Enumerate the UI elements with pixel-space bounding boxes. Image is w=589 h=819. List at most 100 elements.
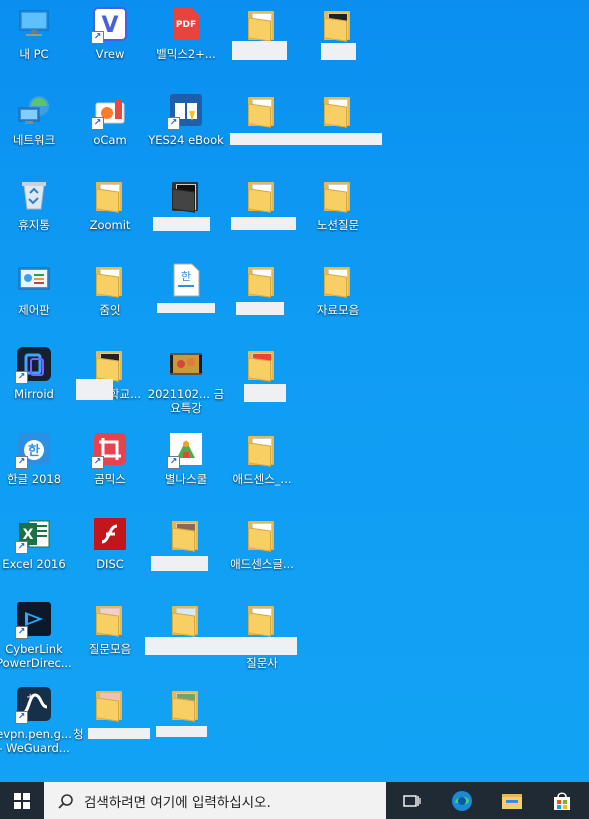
- desktop-icon-adsense-posts[interactable]: 애드센스글...: [224, 512, 300, 592]
- icon-label: Vrew: [95, 47, 125, 61]
- shortcut-arrow-icon: ↗: [91, 456, 104, 469]
- desktop-icon-zoomit[interactable]: Zoomit: [72, 173, 148, 253]
- desktop-icon-video[interactable]: 2021102... 금요특강: [148, 342, 224, 422]
- redacted-label: [156, 726, 207, 737]
- control-panel-icon: [16, 262, 52, 298]
- icon-label: 애드센스글...: [230, 557, 294, 571]
- desktop-icon-weguard[interactable]: + ↗ evpn.pen.g... - WeGuard...: [0, 682, 72, 762]
- icon-label: 내 PC: [19, 47, 49, 61]
- edge-icon[interactable]: [442, 782, 482, 819]
- svg-text:V: V: [101, 13, 118, 38]
- desktop-icon-zoomit-folder[interactable]: 줌잇: [72, 258, 148, 338]
- desktop: 내 PC 네트워크 휴지통 제어판 ↗ Mirroid 한 ↗ 한글 2018: [0, 0, 589, 782]
- desktop-icon-folder-dark[interactable]: [148, 173, 224, 253]
- pdf-icon: PDF: [168, 6, 204, 42]
- desktop-icon-folder-c5r2[interactable]: [300, 88, 376, 168]
- folder-icon: [244, 516, 280, 552]
- folder-icon: [168, 177, 204, 213]
- icon-label: 한글 2018: [6, 472, 62, 486]
- folder-icon: [244, 601, 280, 637]
- redacted-label: [321, 43, 356, 60]
- shortcut-arrow-icon: ↗: [91, 117, 104, 130]
- this-pc-icon: [16, 6, 52, 42]
- icon-label: 질문모음: [88, 642, 132, 656]
- hangul-icon: 한 ↗: [15, 431, 52, 469]
- desktop-icon-question-collection[interactable]: 질문모음: [72, 597, 148, 677]
- desktop-icon-excel-2016[interactable]: X ↗ Excel 2016: [0, 512, 72, 592]
- folder-icon: [320, 177, 356, 213]
- desktop-icon-hangul-doc[interactable]: 한: [148, 258, 224, 338]
- desktop-icon-byeolna-school[interactable]: ↗ 별나스쿨: [148, 427, 224, 507]
- svg-text:한: 한: [181, 270, 191, 283]
- desktop-icon-gommix[interactable]: ↗ 곰믹스: [72, 427, 148, 507]
- folder-icon: [320, 262, 356, 298]
- search-icon: [58, 793, 73, 809]
- cyberlink-powerdirector-icon: ↗: [15, 601, 52, 639]
- svg-text:PDF: PDF: [176, 20, 196, 30]
- icon-label: 질문사: [246, 656, 278, 670]
- redacted-label: [236, 302, 284, 315]
- icon-label: 자료모음: [316, 303, 360, 317]
- store-icon[interactable]: [542, 782, 582, 819]
- desktop-icon-disc[interactable]: DISC: [72, 512, 148, 592]
- desktop-icon-adsense[interactable]: 애드센스_...: [224, 427, 300, 507]
- icon-label: CyberLink PowerDirec...: [0, 642, 72, 670]
- desktop-icon-vrew[interactable]: V ↗ Vrew: [72, 2, 148, 82]
- shortcut-arrow-icon: ↗: [91, 31, 104, 44]
- redacted-label: [157, 303, 215, 313]
- shortcut-arrow-icon: ↗: [15, 626, 28, 639]
- excel-icon: X ↗: [15, 516, 52, 554]
- file-explorer-icon[interactable]: [492, 782, 532, 819]
- desktop-icon-ocam[interactable]: ↗ oCam: [72, 88, 148, 168]
- desktop-icon-this-pc[interactable]: 내 PC: [0, 2, 72, 82]
- byeolna-school-icon: ↗: [167, 431, 204, 469]
- desktop-icon-pdf-folder[interactable]: 청: [72, 682, 150, 762]
- desktop-icon-folder-c4r1[interactable]: [224, 2, 300, 82]
- mirroid-icon: ↗: [15, 346, 52, 384]
- desktop-icon-folder-c4r2[interactable]: [224, 88, 382, 168]
- desktop-icon-school[interactable]: 학교...: [72, 342, 148, 422]
- folder-icon: [244, 262, 280, 298]
- icon-label: DISC: [96, 557, 124, 571]
- folder-icon: [92, 177, 128, 213]
- task-view-icon[interactable]: [392, 782, 432, 819]
- desktop-icon-mirroid[interactable]: ↗ Mirroid: [0, 342, 72, 422]
- search-placeholder: 검색하려면 여기에 입력하십시오.: [84, 794, 271, 811]
- icon-label: 애드센스_...: [232, 472, 292, 486]
- redacted-label: [231, 217, 296, 230]
- redacted-label: [145, 637, 297, 655]
- desktop-icon-folder-c4r3[interactable]: [224, 173, 300, 253]
- desktop-icon-control-panel[interactable]: 제어판: [0, 258, 72, 338]
- folder-icon: [168, 601, 204, 637]
- desktop-icon-notion-questions[interactable]: 노션질문: [300, 173, 376, 253]
- desktop-icon-folder-c4r5[interactable]: [224, 342, 300, 422]
- icon-label: Mirroid: [14, 387, 54, 401]
- folder-icon: [320, 6, 356, 42]
- icon-label: 휴지통: [18, 218, 50, 232]
- desktop-icon-pdf[interactable]: PDF 밸믹스2+...: [148, 2, 224, 82]
- folder-icon: [244, 6, 280, 42]
- desktop-icon-hangul-2018[interactable]: 한 ↗ 한글 2018: [0, 427, 72, 507]
- taskbar: 검색하려면 여기에 입력하십시오.: [0, 782, 589, 819]
- redacted-label: [232, 41, 287, 60]
- desktop-icon-folder-green[interactable]: [148, 682, 224, 762]
- desktop-icon-yes24[interactable]: ↗ YES24 eBook: [148, 88, 224, 168]
- desktop-icon-folder-photo[interactable]: [148, 512, 224, 592]
- folder-icon: [92, 686, 128, 722]
- redacted-label: [244, 384, 286, 402]
- desktop-icon-cyberlink[interactable]: ↗ CyberLink PowerDirec...: [0, 597, 72, 677]
- folder-icon: [244, 177, 280, 213]
- recycle-bin-icon: [16, 177, 52, 213]
- icon-label: 제어판: [18, 303, 50, 317]
- shortcut-arrow-icon: ↗: [167, 456, 180, 469]
- desktop-icon-resources[interactable]: 자료모음: [300, 258, 376, 338]
- windows-start-icon[interactable]: [0, 782, 44, 819]
- desktop-icon-folder-c4r4[interactable]: [224, 258, 300, 338]
- search-box[interactable]: 검색하려면 여기에 입력하십시오.: [44, 782, 386, 819]
- redacted-label: [76, 379, 113, 400]
- icon-label: 별나스쿨: [164, 472, 208, 486]
- desktop-icon-folder-c5r1[interactable]: [300, 2, 376, 82]
- folder-icon: [92, 346, 128, 382]
- desktop-icon-network[interactable]: 네트워크: [0, 88, 72, 168]
- desktop-icon-recycle-bin[interactable]: 휴지통: [0, 173, 72, 253]
